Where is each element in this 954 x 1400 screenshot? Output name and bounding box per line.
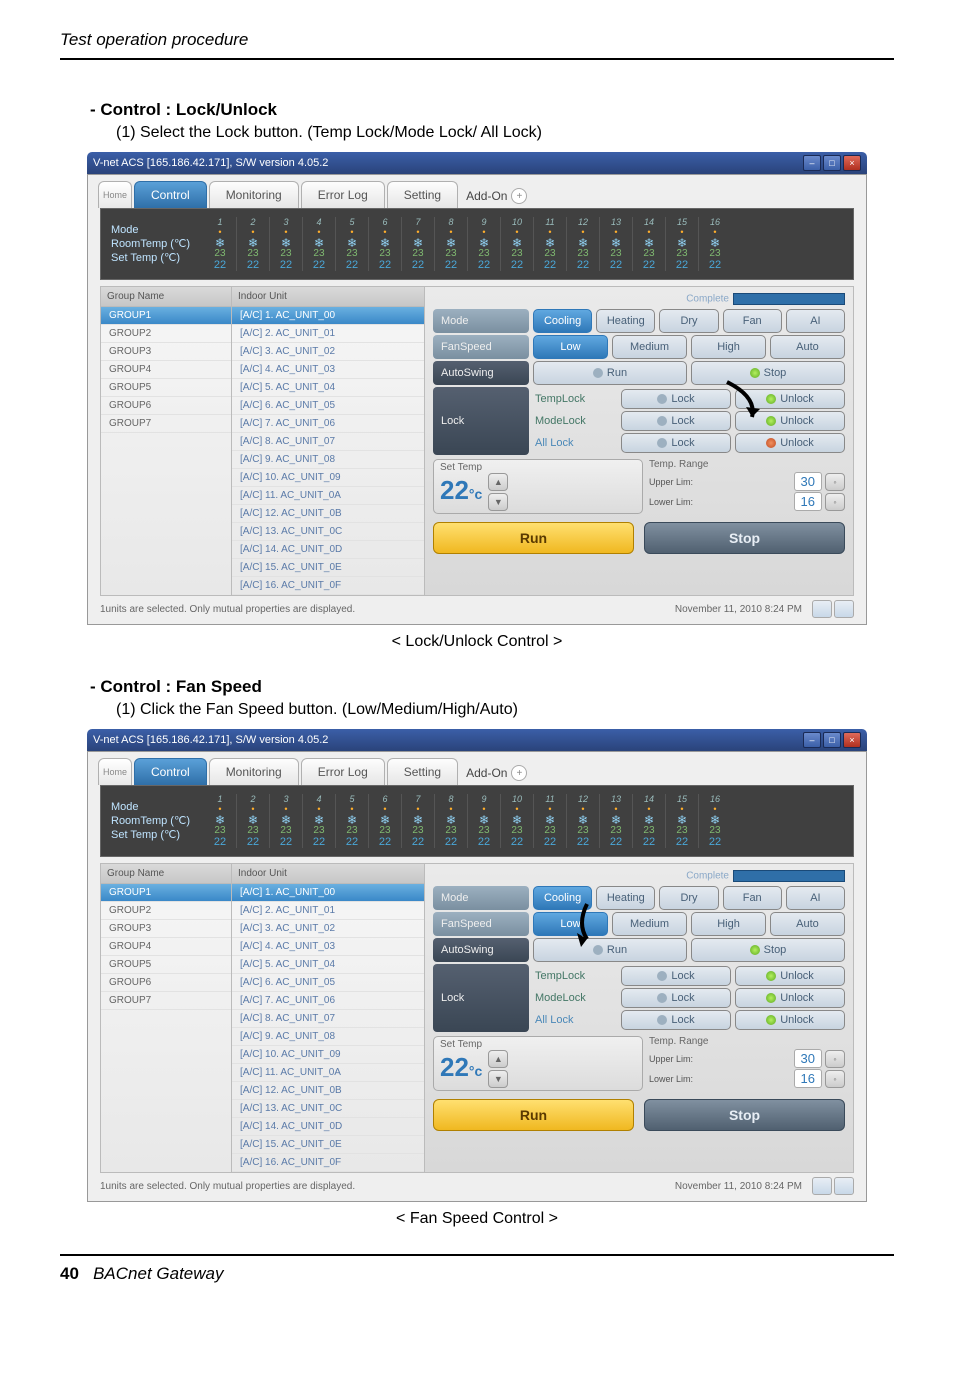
status-bar: 1units are selected. Only mutual propert… <box>100 1177 854 1195</box>
status-icon-2[interactable] <box>834 1177 854 1195</box>
status-icon-1[interactable] <box>812 600 832 618</box>
unit-item[interactable]: [A/C] 16. AC_UNIT_0F <box>232 1154 424 1172</box>
page-footer: 40 BACnet Gateway <box>60 1254 894 1284</box>
section2-title: - Control : Fan Speed <box>90 677 894 697</box>
status-time: November 11, 2010 8:24 PM <box>675 1181 802 1192</box>
status-bar: 1units are selected. Only mutual propert… <box>100 600 854 618</box>
section1-title: - Control : Lock/Unlock <box>90 100 894 120</box>
status-left: 1units are selected. Only mutual propert… <box>100 1181 355 1192</box>
arrow-fan-icon <box>87 729 867 1149</box>
section2-sub: (1) Click the Fan Speed button. (Low/Med… <box>116 701 894 719</box>
caption-2: < Fan Speed Control > <box>60 1210 894 1228</box>
status-icon-2[interactable] <box>834 600 854 618</box>
screenshot-fan: V-net ACS [165.186.42.171], S/W version … <box>87 729 867 1202</box>
page-header: Test operation procedure <box>60 30 894 60</box>
status-icon-1[interactable] <box>812 1177 832 1195</box>
page-number: 40 <box>60 1264 79 1283</box>
screenshot-lock: V-net ACS [165.186.42.171], S/W version … <box>87 152 867 625</box>
book-name: BACnet Gateway <box>93 1264 223 1283</box>
status-left: 1units are selected. Only mutual propert… <box>100 604 355 615</box>
status-time: November 11, 2010 8:24 PM <box>675 604 802 615</box>
unit-item[interactable]: [A/C] 16. AC_UNIT_0F <box>232 577 424 595</box>
section1-sub: (1) Select the Lock button. (Temp Lock/M… <box>116 124 894 142</box>
arrow-lock-icon <box>87 152 867 572</box>
caption-1: < Lock/Unlock Control > <box>60 633 894 651</box>
